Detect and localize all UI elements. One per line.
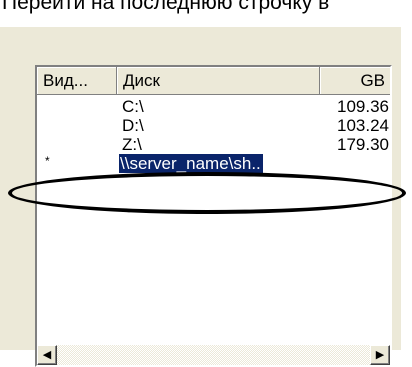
row-disk-cell: Z:\ (122, 135, 142, 154)
dialog-frame: Вид... Диск GB C:\ 109.36 D:\ 103.24 Z:\… (0, 27, 406, 367)
row-type-cell (43, 97, 113, 116)
row-type-cell (43, 135, 113, 154)
horizontal-scrollbar[interactable]: ◀ ▶ (37, 345, 390, 365)
row-gb-cell (320, 154, 389, 173)
list-item[interactable]: C:\ 109.36 (37, 97, 390, 116)
row-disk-cell-selected[interactable]: \\server_name\sh.. (119, 154, 319, 173)
drives-list-view[interactable]: Вид... Диск GB C:\ 109.36 D:\ 103.24 Z:\… (35, 65, 392, 367)
column-header-gb[interactable]: GB (320, 67, 390, 95)
list-header: Вид... Диск GB (37, 67, 390, 95)
scroll-right-arrow-icon[interactable]: ▶ (370, 345, 390, 365)
list-item-new-row[interactable]: * \\server_name\sh.. (37, 154, 390, 173)
row-disk-cell: D:\ (122, 116, 144, 135)
row-gb-cell: 179.30 (337, 135, 389, 154)
row-type-cell (43, 116, 113, 135)
new-row-marker: * (45, 154, 50, 168)
row-disk-cell: C:\ (122, 97, 144, 116)
instruction-caption: Перейти на последнюю строчку в (2, 0, 330, 14)
selected-disk-text[interactable]: \\server_name\sh.. (119, 154, 263, 173)
list-item[interactable]: Z:\ 179.30 (37, 135, 390, 154)
column-header-type[interactable]: Вид... (37, 67, 117, 95)
list-item[interactable]: D:\ 103.24 (37, 116, 390, 135)
scroll-left-arrow-icon[interactable]: ◀ (37, 345, 57, 365)
row-gb-cell: 109.36 (337, 97, 389, 116)
column-header-disk[interactable]: Диск (117, 67, 320, 95)
row-gb-cell: 103.24 (337, 116, 389, 135)
